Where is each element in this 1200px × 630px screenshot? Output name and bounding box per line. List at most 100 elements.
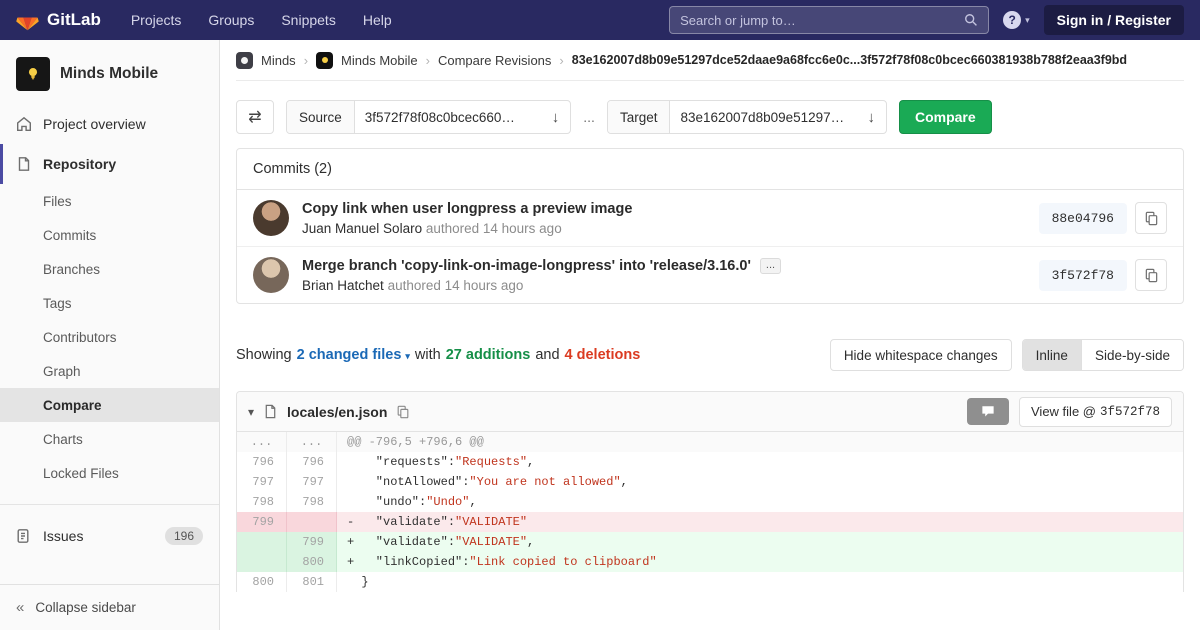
compare-button[interactable]: Compare [898,100,992,134]
copy-sha-button[interactable] [1135,202,1167,234]
old-line-number[interactable]: 796 [237,452,287,472]
sidebar-item-project-overview[interactable]: Project overview [0,104,219,144]
swap-icon: ⇄ [248,109,262,126]
new-line-number[interactable]: 801 [287,572,337,592]
diff-code-line: } [347,575,369,589]
commit-sha[interactable]: 3f572f78 [1038,259,1127,291]
commit-author[interactable]: Brian Hatchet [302,278,384,293]
commit-sha[interactable]: 88e04796 [1038,202,1127,234]
sidebar-item-charts[interactable]: Charts [0,422,219,456]
nav-groups[interactable]: Groups [208,12,254,28]
new-line-number[interactable]: 798 [287,492,337,512]
commit-main: Copy link when user longpress a preview … [302,201,1039,236]
changed-files-dropdown[interactable]: 2 changed files ▾ [297,347,410,363]
side-by-side-view-button[interactable]: Side-by-side [1080,340,1183,370]
project-name[interactable]: Minds Mobile [60,65,158,83]
sidebar-item-commits[interactable]: Commits [0,218,219,252]
top-navbar: GitLab Projects Groups Snippets Help Sea… [0,0,1200,40]
diff-row: 798 798 "undo":"Undo", [237,492,1183,512]
old-line-number[interactable]: 799 [237,512,287,532]
minds-group-avatar[interactable] [236,51,253,69]
old-line-number[interactable] [237,552,287,572]
search-icon [964,13,978,27]
diff-file-header: ▾ locales/en.json View file @ 3f572f78 [237,392,1183,432]
comment-icon [981,405,995,418]
sidebar-item-locked-files[interactable]: Locked Files [0,456,219,490]
sidebar-item-graph[interactable]: Graph [0,354,219,388]
view-file-sha: 3f572f78 [1099,404,1160,419]
navbar-left: GitLab Projects Groups Snippets Help [16,9,392,31]
old-line-number[interactable]: 800 [237,572,287,592]
sign-in-button[interactable]: Sign in / Register [1043,5,1184,35]
source-dropdown[interactable]: Source 3f572f78f08c0bcec660… ↓ [286,100,572,134]
commit-author[interactable]: Juan Manuel Solaro [302,221,422,236]
source-label: Source [287,101,355,133]
new-line-number[interactable]: 796 [287,452,337,472]
sidebar-item-files[interactable]: Files [0,184,219,218]
primary-nav: Projects Groups Snippets Help [131,12,392,28]
hide-whitespace-button[interactable]: Hide whitespace changes [829,339,1012,371]
sidebar-item-branches[interactable]: Branches [0,252,219,286]
sidebar-divider [0,504,219,505]
view-file-button[interactable]: View file @ 3f572f78 [1019,396,1172,427]
sidebar-item-repository[interactable]: Repository [0,144,219,184]
sidebar-item-contributors[interactable]: Contributors [0,320,219,354]
home-icon [16,116,32,132]
avatar[interactable] [253,257,289,293]
navbar-right: Search or jump to… ? ▾ Sign in / Registe… [669,5,1184,35]
commit-title-text[interactable]: Copy link when user longpress a preview … [302,201,632,217]
gitlab-home-link[interactable]: GitLab [16,9,101,31]
diff-row: 797 797 "notAllowed":"You are not allowed… [237,472,1183,492]
sidebar-item-label: Project overview [43,116,146,132]
commits-panel: Commits (2) Copy link when user longpres… [236,148,1184,304]
new-line-number: ... [287,432,337,452]
swap-revisions-button[interactable]: ⇄ [236,100,274,134]
new-line-number[interactable]: 799 [287,532,337,552]
collapse-file-icon[interactable]: ▾ [248,405,254,419]
nav-help[interactable]: Help [363,12,392,28]
copy-file-path-icon[interactable] [396,405,410,419]
nav-snippets[interactable]: Snippets [281,12,335,28]
old-line-number[interactable] [237,532,287,552]
commit-title-text[interactable]: Merge branch 'copy-link-on-image-longpre… [302,258,751,274]
sidebar-item-compare[interactable]: Compare [0,388,219,422]
old-line-number[interactable]: 797 [237,472,287,492]
sidebar-item-issues[interactable]: Issues 196 [0,515,219,557]
diff-row: 799 - "validate":"VALIDATE" [237,512,1183,532]
avatar[interactable] [253,200,289,236]
diff-row: 800 801 } [237,572,1183,592]
target-dropdown[interactable]: Target 83e162007d8b09e51297… ↓ [606,100,887,134]
breadcrumb-compare-revisions[interactable]: Compare Revisions [438,53,551,68]
showing-label: Showing [236,347,292,363]
search-input[interactable]: Search or jump to… [669,6,990,34]
collapse-sidebar-button[interactable]: « Collapse sidebar [0,584,219,630]
breadcrumb-separator: › [559,52,564,68]
minds-mobile-avatar[interactable] [316,51,334,69]
sidebar-item-tags[interactable]: Tags [0,286,219,320]
brand-name: GitLab [47,10,101,29]
commit-sha-group: 88e04796 [1038,202,1167,234]
diff-code-line: "undo":"Undo", [347,495,477,509]
help-menu[interactable]: ? ▾ [1003,11,1030,29]
search-placeholder: Search or jump to… [680,12,796,28]
breadcrumb-minds[interactable]: Minds [261,53,296,68]
old-line-number[interactable]: 798 [237,492,287,512]
nav-projects[interactable]: Projects [131,12,182,28]
inline-view-button[interactable]: Inline [1022,340,1081,370]
copy-sha-button[interactable] [1135,259,1167,291]
toggle-comments-button[interactable] [967,398,1009,425]
commit-meta: Juan Manuel Solaro authored 14 hours ago [302,221,1039,236]
commit-meta: Brian Hatchet authored 14 hours ago [302,278,1039,293]
compare-form: ⇄ Source 3f572f78f08c0bcec660… ↓ ... Tar… [236,100,1184,134]
new-line-number[interactable] [287,512,337,532]
deletions-count: 4 deletions [564,347,641,363]
copy-icon [1144,268,1159,283]
project-avatar[interactable] [16,57,50,91]
expand-commit-description-button[interactable]: ... [759,257,782,274]
new-line-number[interactable]: 800 [287,552,337,572]
changed-files-count: 2 changed files [296,347,402,363]
breadcrumb-minds-mobile[interactable]: Minds Mobile [341,53,418,68]
new-line-number[interactable]: 797 [287,472,337,492]
view-mode-toggle: Inline Side-by-side [1021,339,1184,371]
sidebar-item-label: Issues [43,528,84,544]
